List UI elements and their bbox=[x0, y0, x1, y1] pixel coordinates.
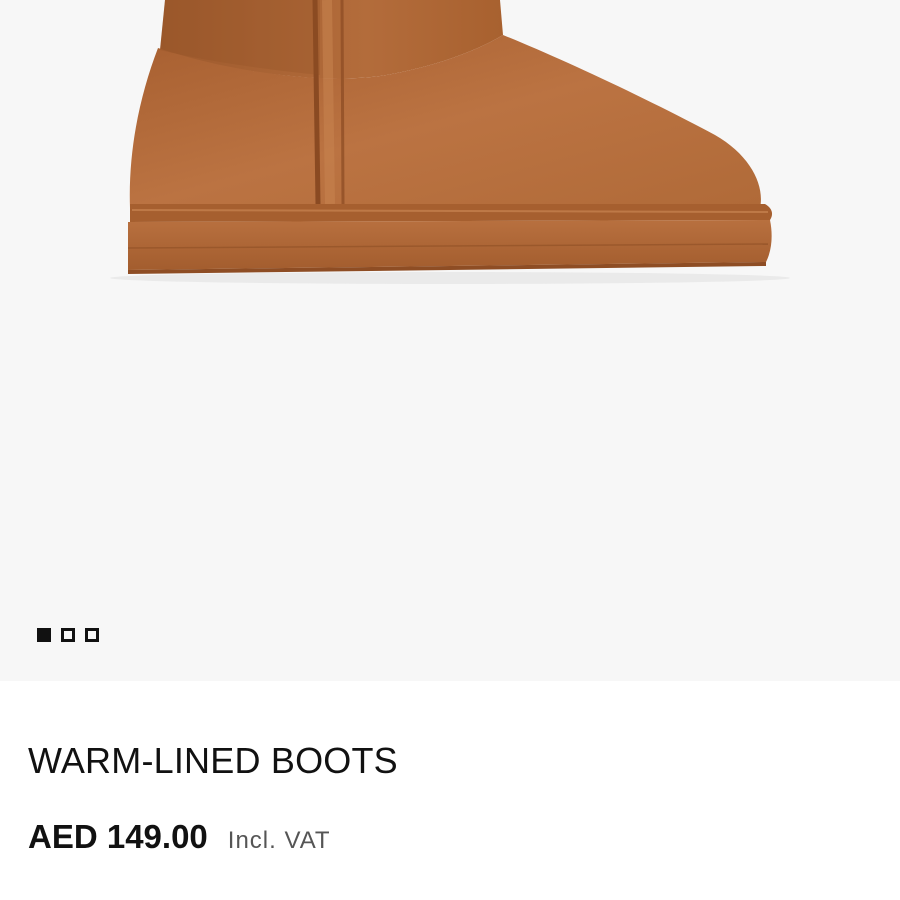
product-price: AED 149.00 bbox=[28, 818, 208, 855]
product-info-panel bbox=[0, 681, 900, 900]
pager-dot-3[interactable] bbox=[85, 628, 99, 642]
price-row: AED 149.00 Incl. VAT bbox=[28, 818, 331, 856]
pager-dot-2[interactable] bbox=[61, 628, 75, 642]
product-title: WARM-LINED BOOTS bbox=[28, 740, 398, 781]
product-page: WARM-LINED BOOTS AED 149.00 Incl. VAT bbox=[0, 0, 900, 900]
product-image[interactable] bbox=[0, 0, 900, 681]
vat-note: Incl. VAT bbox=[227, 827, 331, 854]
image-pager bbox=[37, 628, 99, 642]
pager-dot-1[interactable] bbox=[37, 628, 51, 642]
product-image-gallery[interactable] bbox=[0, 0, 900, 681]
